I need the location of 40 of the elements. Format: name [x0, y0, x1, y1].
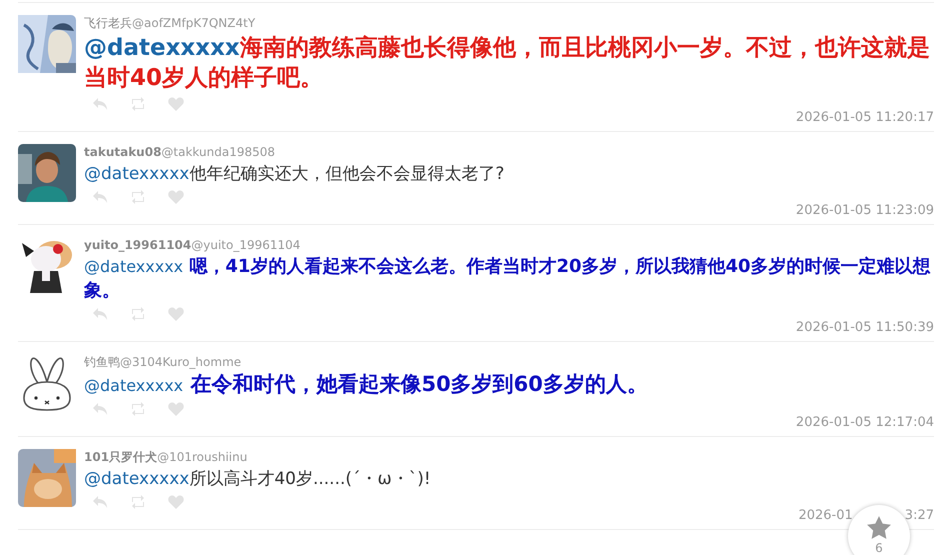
reply-icon[interactable] [92, 495, 108, 509]
mention-link[interactable]: @datexxxxx [84, 376, 184, 395]
user-name[interactable]: 101只罗什犬 [84, 450, 158, 464]
retweet-icon[interactable] [130, 97, 146, 111]
reply-icon[interactable] [92, 190, 108, 204]
mention-link[interactable]: @datexxxxx [84, 469, 190, 489]
comment-text: @datexxxxx所以高斗才40岁......(´・ω・`)! [84, 468, 432, 491]
heart-icon[interactable] [168, 307, 184, 321]
user-handle[interactable]: @takkunda198508 [161, 145, 275, 159]
heart-icon[interactable] [168, 190, 184, 204]
mention-link[interactable]: @datexxxxx [84, 257, 184, 276]
timestamp: 2026-01-05 11:50:39 [796, 319, 934, 337]
user-name[interactable]: 钓鱼鸭 [84, 355, 120, 369]
comment-text: @datexxxxx他年纪确实还大，但他会不会显得太老了? [84, 163, 506, 186]
user-handle[interactable]: @aofZMfpK7QNZ4tY [132, 16, 256, 30]
star-icon [866, 515, 892, 541]
timestamp: 2026-01-05 11:20:17 [796, 109, 934, 127]
retweet-icon[interactable] [130, 307, 146, 321]
mention-link[interactable]: @datexxxxx [84, 35, 240, 61]
user-handle[interactable]: @3104Kuro_homme [120, 355, 242, 369]
user-name[interactable]: yuito_19961104 [84, 238, 192, 252]
retweet-icon[interactable] [130, 402, 146, 416]
mention-link[interactable]: @datexxxxx [84, 164, 190, 184]
user-name[interactable]: 飞行老兵 [84, 16, 132, 30]
timestamp: 2026-01-05 12:17:04 [796, 414, 934, 432]
comment-text: @datexxxxx 嗯，41岁的人看起来不会这么老。作者当时才20多岁，所以我猜他40多岁的时候一定难以想象。 [84, 255, 932, 303]
comment-text: @datexxxxx 在令和时代，她看起来像50多岁到60多岁的人。 [84, 372, 649, 398]
user-name[interactable]: takutaku08 [84, 145, 162, 159]
user-handle[interactable]: @yuito_19961104 [191, 238, 300, 252]
retweet-icon[interactable] [130, 190, 146, 204]
user-handle[interactable]: @101roushiinu [157, 450, 248, 464]
reply-icon[interactable] [92, 307, 108, 321]
comment-text: @datexxxxx海南的教练高藤也长得像他，而且比桃冈小一岁。不过，也许这就是当时40岁人的样子吧。 [84, 34, 931, 93]
reply-icon[interactable] [92, 402, 108, 416]
retweet-icon[interactable] [130, 495, 146, 509]
heart-icon[interactable] [168, 97, 184, 111]
heart-icon[interactable] [168, 402, 184, 416]
heart-icon[interactable] [168, 495, 184, 509]
timestamp: 2026-01-05 11:23:09 [796, 202, 934, 220]
reply-icon[interactable] [92, 97, 108, 111]
